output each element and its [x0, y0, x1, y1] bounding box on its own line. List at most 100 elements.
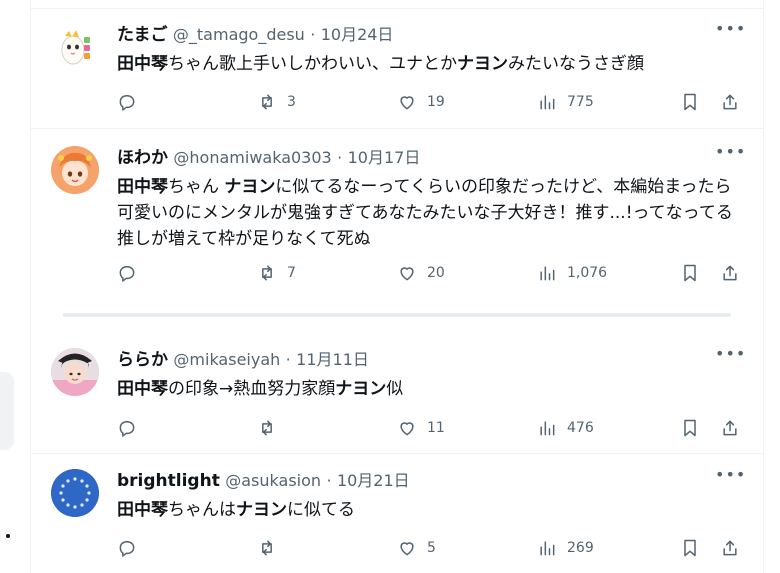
- separator-dot: ·: [326, 471, 332, 490]
- bold-text: 田中琴: [117, 500, 168, 520]
- user-handle[interactable]: @mikaseiyah: [173, 350, 280, 369]
- tweet-header: brightlight @asukasion · 10月21日: [117, 469, 733, 493]
- like-count: 5: [427, 540, 436, 556]
- tweet-content: たまご @_tamago_desu · 10月24日 ••• 田中琴ちゃん歌上手…: [117, 21, 745, 77]
- action-bar: 3 19 775: [117, 91, 737, 113]
- action-bar: 11 476: [117, 417, 737, 439]
- reply-button[interactable]: [117, 537, 137, 559]
- more-options-icon[interactable]: •••: [715, 144, 745, 166]
- bold-text: 田中琴: [117, 177, 168, 197]
- bookmark-button[interactable]: [680, 417, 700, 439]
- share-icon: [723, 420, 737, 436]
- retweet-icon: [262, 420, 272, 436]
- tweet-3[interactable]: ららか @mikaseiyah · 11月11日 ••• 田中琴の印象→熱血努力…: [31, 334, 763, 454]
- reply-icon: [119, 95, 135, 111]
- tweet-text: 田中琴ちゃんはナヨンに似てる: [117, 497, 733, 523]
- text-segment: ちゃん: [168, 177, 225, 197]
- eu-stars-icon[interactable]: [51, 469, 99, 517]
- egg-character-icon[interactable]: [51, 23, 99, 71]
- photo-avatar-icon[interactable]: [51, 348, 99, 396]
- views-button[interactable]: 775: [537, 91, 594, 113]
- left-gutter: [0, 0, 30, 573]
- tweet-4[interactable]: brightlight @asukasion · 10月21日 ••• 田中琴ち…: [31, 455, 763, 573]
- bookmark-button[interactable]: [680, 537, 700, 559]
- more-options-icon[interactable]: •••: [715, 21, 745, 43]
- like-button[interactable]: 20: [397, 262, 445, 284]
- reply-button[interactable]: [117, 417, 137, 439]
- share-button[interactable]: [720, 537, 740, 559]
- action-bar: 5 269: [117, 537, 737, 559]
- share-icon: [723, 540, 737, 556]
- share-button[interactable]: [720, 262, 740, 284]
- display-name[interactable]: ほわか: [117, 148, 168, 168]
- tweet-date[interactable]: 10月17日: [348, 148, 421, 167]
- like-count: 20: [427, 265, 445, 281]
- retweet-button[interactable]: [257, 537, 277, 559]
- tweet-text: 田中琴ちゃん ナヨンに似てるなーってくらいの印象だったけど、本編始まったら可愛い…: [117, 174, 733, 252]
- tweet-header: たまご @_tamago_desu · 10月24日: [117, 23, 733, 47]
- thread-divider: [63, 313, 731, 317]
- like-count: 11: [427, 420, 445, 436]
- separator-dot: ·: [285, 350, 291, 369]
- tweet-date[interactable]: 10月21日: [337, 471, 410, 490]
- like-button[interactable]: 19: [397, 91, 445, 113]
- tweet-1[interactable]: たまご @_tamago_desu · 10月24日 ••• 田中琴ちゃん歌上手…: [31, 9, 763, 129]
- text-segment: みたいなうさぎ顔: [508, 54, 644, 74]
- retweet-button[interactable]: [257, 417, 277, 439]
- tweet-text: 田中琴の印象→熱血努力家顔ナヨン似: [117, 376, 733, 402]
- bookmark-icon: [684, 419, 696, 437]
- reply-icon: [119, 421, 135, 437]
- tweet-2[interactable]: ほわか @honamiwaka0303 · 10月17日 ••• 田中琴ちゃん …: [31, 130, 763, 300]
- more-options-icon[interactable]: •••: [715, 346, 745, 368]
- retweet-icon: [262, 94, 272, 110]
- display-name[interactable]: ららか: [117, 350, 168, 370]
- user-handle[interactable]: @asukasion: [225, 471, 321, 490]
- heart-icon: [400, 267, 414, 281]
- heart-icon: [400, 422, 414, 436]
- orange-hair-girl-icon[interactable]: [51, 146, 99, 194]
- views-count: 775: [567, 94, 594, 110]
- views-count: 269: [567, 540, 594, 556]
- views-icon: [540, 266, 555, 281]
- bold-text: ナヨン: [224, 177, 276, 197]
- text-segment: ちゃんは: [168, 500, 236, 520]
- share-button[interactable]: [720, 91, 740, 113]
- retweet-count: 7: [287, 265, 296, 281]
- like-button[interactable]: 5: [397, 537, 436, 559]
- share-button[interactable]: [720, 417, 740, 439]
- bold-text: ナヨン: [236, 500, 287, 520]
- tweet-content: brightlight @asukasion · 10月21日 ••• 田中琴ち…: [117, 467, 745, 523]
- tweet-date[interactable]: 10月24日: [321, 25, 394, 44]
- views-button[interactable]: 476: [537, 417, 594, 439]
- retweet-button[interactable]: 7: [257, 262, 296, 284]
- tweet-text: 田中琴ちゃん歌上手いしかわいい、ユナとかナヨンみたいなうさぎ顔: [117, 51, 733, 77]
- bookmark-button[interactable]: [680, 91, 700, 113]
- more-options-icon[interactable]: •••: [715, 467, 745, 489]
- views-button[interactable]: 269: [537, 537, 594, 559]
- tweet-date[interactable]: 11月11日: [296, 350, 369, 369]
- bookmark-icon: [684, 264, 696, 282]
- reply-button[interactable]: [117, 262, 137, 284]
- reply-feed: たまご @_tamago_desu · 10月24日 ••• 田中琴ちゃん歌上手…: [30, 0, 764, 573]
- views-button[interactable]: 1,076: [537, 262, 607, 284]
- views-count: 476: [567, 420, 594, 436]
- text-segment: 似: [386, 379, 404, 399]
- user-handle[interactable]: @honamiwaka0303: [173, 148, 331, 167]
- separator-dot: ·: [310, 25, 316, 44]
- text-segment: の印象→熱血努力家顔: [168, 379, 336, 399]
- text-segment: に似てる: [287, 500, 355, 520]
- share-icon: [723, 265, 737, 281]
- like-button[interactable]: 11: [397, 417, 445, 439]
- reply-button[interactable]: [117, 91, 137, 113]
- left-dot: [6, 534, 10, 538]
- retweet-icon: [262, 265, 272, 281]
- bookmark-button[interactable]: [680, 262, 700, 284]
- views-icon: [540, 541, 555, 556]
- views-icon: [540, 95, 555, 110]
- display-name[interactable]: たまご: [117, 25, 168, 45]
- retweet-button[interactable]: 3: [257, 91, 296, 113]
- user-handle[interactable]: @_tamago_desu: [173, 25, 305, 44]
- display-name[interactable]: brightlight: [117, 471, 220, 491]
- tweet-content: ほわか @honamiwaka0303 · 10月17日 ••• 田中琴ちゃん …: [117, 144, 745, 252]
- like-count: 19: [427, 94, 445, 110]
